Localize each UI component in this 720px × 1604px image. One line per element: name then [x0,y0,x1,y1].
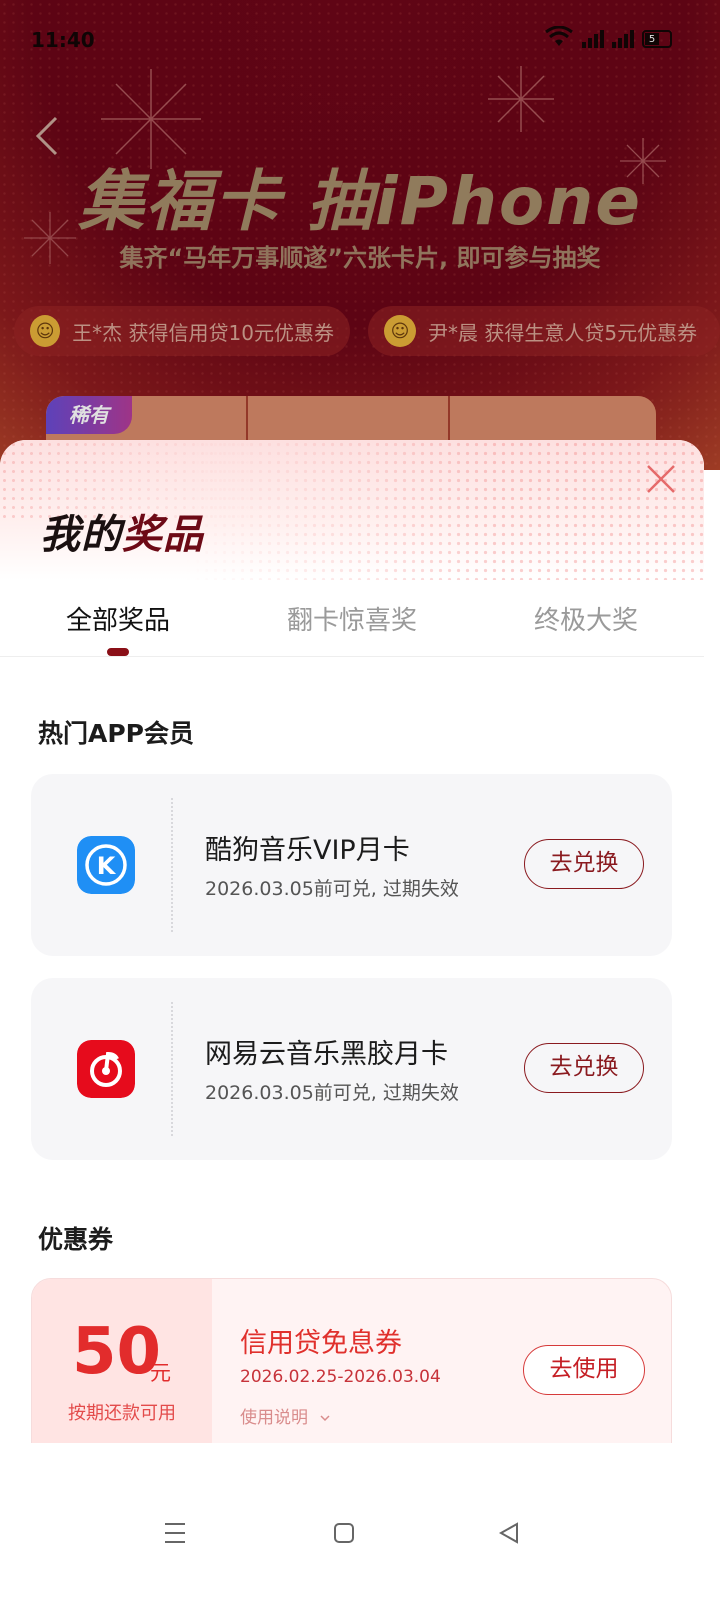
prize-name-2: 网易云音乐黑胶月卡 [205,1039,448,1070]
redeem-button[interactable]: 去兑换 [524,839,644,889]
chevron-down-icon [320,1415,330,1422]
netease-music-icon [77,1040,135,1098]
coupon-name: 信用贷免息券 [240,1328,402,1359]
coupon-unit: 元 [150,1361,171,1385]
use-coupon-button[interactable]: 去使用 [523,1345,645,1395]
coupon-date-range: 2026.02.25-2026.03.04 [240,1367,441,1387]
menu-button[interactable] [160,1518,190,1548]
coupon-help-label: 使用说明 [240,1408,308,1428]
modal-backdrop[interactable] [0,0,720,470]
sheet-title-accent: 奖品 [122,512,204,558]
coupon-condition: 按期还款可用 [68,1403,176,1424]
close-button[interactable] [644,462,678,496]
section-title-vip: 热门APP会员 [38,719,194,748]
tab-grand-prize[interactable]: 终极大奖 [534,600,638,637]
prize-card-2: 网易云音乐黑胶月卡 2026.03.05前可兑, 过期失效 去兑换 [31,978,672,1160]
back-triangle-icon [498,1522,518,1544]
system-navigation-bar [0,1490,720,1580]
prize-tabs: 全部奖品 翻卡惊喜奖 终极大奖 [0,580,704,657]
coupon-usage-instructions[interactable]: 使用说明 [240,1403,331,1428]
section-title-coupons: 优惠券 [38,1225,114,1254]
home-square-icon [334,1523,354,1543]
home-button[interactable] [329,1518,359,1548]
close-icon [647,465,675,493]
coupon-amount: 50 [72,1315,162,1389]
back-nav-button[interactable] [495,1518,525,1548]
coupon-value-panel: 50 元 按期还款可用 [32,1279,212,1467]
tab-flip-card-surprise[interactable]: 翻卡惊喜奖 [287,600,417,637]
prize-card: K 酷狗音乐VIP月卡 2026.03.05前可兑, 过期失效 去兑换 [31,774,672,956]
kugou-music-icon: K [77,836,135,894]
prize-expire-date: 2026.03.05前可兑, 过期失效 [205,878,459,900]
coupon-card: 50 元 按期还款可用 信用贷免息券 2026.02.25-2026.03.04… [31,1278,672,1468]
menu-icon [165,1523,185,1543]
svg-text:K: K [97,852,117,880]
prize-expire-date-2: 2026.03.05前可兑, 过期失效 [205,1082,459,1104]
tab-active-indicator [107,648,129,656]
my-prizes-sheet: 我的奖品 全部奖品 翻卡惊喜奖 终极大奖 热门APP会员 K 酷狗音乐VIP月卡… [0,440,704,1604]
redeem-button-2[interactable]: 去兑换 [524,1043,644,1093]
sheet-title: 我的奖品 [40,502,204,560]
prize-name: 酷狗音乐VIP月卡 [205,835,410,866]
sheet-title-plain: 我的 [40,512,122,558]
tab-all-prizes[interactable]: 全部奖品 [66,600,170,637]
